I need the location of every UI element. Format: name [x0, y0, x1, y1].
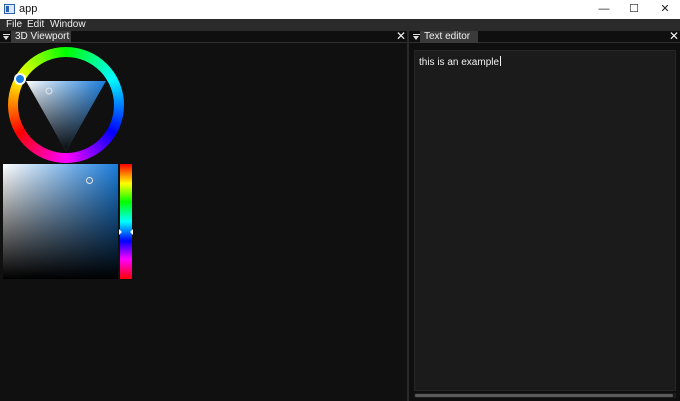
saturation-value-marker[interactable]	[86, 177, 93, 184]
menu-window[interactable]: Window	[50, 19, 86, 31]
app-icon	[4, 4, 15, 14]
window-titlebar: app — ☐ ✕	[0, 0, 680, 19]
hue-slider-marker-left	[119, 229, 122, 235]
menu-file[interactable]: File	[6, 19, 22, 31]
scrollbar-thumb[interactable]	[415, 394, 673, 397]
window-title: app	[19, 3, 38, 15]
menu-bar: File Edit Window	[0, 19, 680, 31]
maximize-button[interactable]: ☐	[618, 0, 650, 19]
hue-wheel-marker[interactable]	[14, 73, 26, 85]
tab-menu-icon[interactable]	[413, 34, 420, 40]
text-caret	[500, 56, 502, 66]
close-icon[interactable]: ✕	[669, 30, 679, 42]
text-editor-tab-bar: Text editor ✕	[409, 30, 680, 43]
tab-text-editor[interactable]: Text editor	[420, 31, 478, 43]
editor-content[interactable]: this is an example	[419, 56, 502, 68]
editor-text-line: this is an example	[419, 57, 500, 68]
minimize-button[interactable]: —	[588, 0, 620, 19]
menu-edit[interactable]: Edit	[27, 19, 44, 31]
text-editor-panel: Text editor ✕ this is an example	[409, 30, 680, 401]
text-editor-area[interactable]: this is an example	[414, 50, 676, 391]
viewport-panel: 3D Viewport ✕	[0, 30, 407, 401]
tab-menu-icon[interactable]	[3, 34, 10, 40]
tab-3d-viewport[interactable]: 3D Viewport	[11, 31, 71, 43]
viewport-tab-bar: 3D Viewport ✕	[0, 30, 407, 43]
saturation-value-triangle[interactable]	[24, 79, 108, 154]
hue-slider[interactable]	[120, 164, 132, 279]
horizontal-scrollbar[interactable]	[414, 393, 676, 398]
hue-slider-marker-right	[130, 229, 133, 235]
close-window-button[interactable]: ✕	[649, 0, 680, 19]
saturation-value-square[interactable]	[3, 164, 118, 279]
close-icon[interactable]: ✕	[396, 30, 406, 42]
